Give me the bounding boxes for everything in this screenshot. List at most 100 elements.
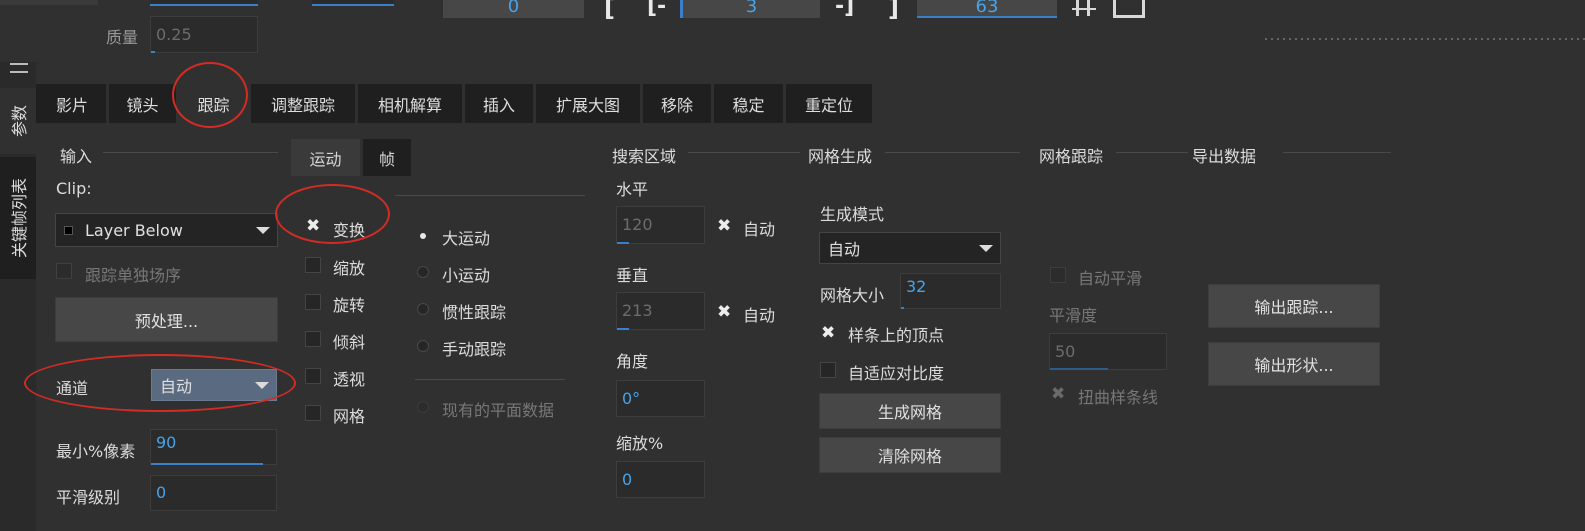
- annotation-ellipse-channel: [24, 354, 296, 412]
- mesh-size-field[interactable]: 32: [900, 273, 1001, 309]
- perspective-label: 透视: [333, 370, 366, 389]
- mesh-mode-dropdown[interactable]: 自动: [819, 232, 1001, 264]
- manual-track-label: 手动跟踪: [442, 340, 507, 359]
- smoothness-value: 50: [1055, 341, 1076, 361]
- min-pixel-field[interactable]: 90: [150, 429, 277, 465]
- mesh-track-heading: 网格跟踪: [1039, 147, 1104, 166]
- small-motion-label: 小运动: [442, 266, 491, 285]
- bracket-open-button[interactable]: [: [604, 0, 615, 22]
- bracket-close-dash-button[interactable]: -]: [835, 0, 854, 19]
- min-pixel-label: 最小%像素: [56, 442, 136, 461]
- horizontal-label: 水平: [616, 180, 649, 199]
- tab-extend-plate-label: 扩展大图: [555, 95, 620, 115]
- top-cut-slider-a[interactable]: [150, 0, 258, 6]
- tab-reposition[interactable]: 重定位: [786, 84, 872, 123]
- search-divider: [688, 152, 800, 153]
- shear-checkbox[interactable]: [305, 331, 321, 347]
- rotate-checkbox[interactable]: [305, 294, 321, 310]
- clear-mesh-button-label: 清除网格: [877, 447, 942, 466]
- side-tab-params[interactable]: 参数: [0, 88, 36, 154]
- scale-percent-field[interactable]: 0: [616, 461, 705, 498]
- tab-stabilize-label: 稳定: [732, 95, 765, 115]
- adaptive-contrast-checkbox[interactable]: [820, 362, 836, 378]
- export-shape-button-label: 输出形状...: [1254, 356, 1334, 375]
- frame-end-field[interactable]: 63: [917, 0, 1057, 18]
- annotation-ellipse-track-tab: [172, 62, 248, 128]
- inertial-track-radio[interactable]: [417, 303, 429, 315]
- distort-spline-label: 扭曲样条线: [1078, 388, 1159, 407]
- quality-label: 质量: [106, 28, 139, 47]
- mesh-label: 网格: [333, 407, 366, 426]
- tab-remove[interactable]: 移除: [643, 84, 711, 123]
- tab-adjust-track-label: 调整跟踪: [270, 95, 335, 115]
- mesh-gen-divider: [885, 152, 1020, 153]
- tab-reposition-label: 重定位: [804, 95, 853, 115]
- mesh-track-divider: [1116, 152, 1188, 153]
- frame-start-field[interactable]: 0: [443, 0, 584, 18]
- bracket-open-dash-button[interactable]: [-: [647, 0, 666, 19]
- tab-camera-solve[interactable]: 相机解算: [358, 84, 462, 123]
- tab-frame[interactable]: 帧: [363, 139, 411, 176]
- smoothness-label: 平滑度: [1049, 306, 1098, 325]
- clip-value: Layer Below: [85, 220, 183, 240]
- export-shape-button[interactable]: 输出形状...: [1208, 342, 1380, 386]
- input-heading: 输入: [60, 147, 93, 166]
- top-cut-slider-b[interactable]: [312, 0, 394, 6]
- tab-film[interactable]: 影片: [38, 84, 106, 123]
- tab-insert[interactable]: 插入: [465, 84, 533, 123]
- horizontal-field[interactable]: 120: [616, 206, 705, 244]
- inertial-track-label: 惯性跟踪: [442, 303, 507, 322]
- angle-field[interactable]: 0°: [616, 380, 705, 417]
- auto-smooth-checkbox[interactable]: [1050, 267, 1066, 283]
- mesh-checkbox[interactable]: [305, 405, 321, 421]
- generate-mesh-button[interactable]: 生成网格: [819, 393, 1001, 429]
- small-motion-radio[interactable]: [417, 266, 429, 278]
- export-heading: 导出数据: [1192, 147, 1257, 166]
- tab-motion-label: 运动: [309, 149, 342, 169]
- check-x-icon: ✖: [821, 323, 836, 343]
- large-motion-radio[interactable]: [417, 230, 429, 242]
- scale-checkbox[interactable]: [305, 257, 321, 273]
- side-tab-keyframe-list[interactable]: 关键帧列表: [0, 157, 36, 279]
- preprocess-button[interactable]: 预处理...: [55, 297, 278, 342]
- smooth-level-field[interactable]: 0: [150, 475, 277, 511]
- keyframe-marker-icon[interactable]: [1072, 0, 1096, 16]
- check-x-icon: ✖: [717, 216, 732, 236]
- clip-label: Clip:: [56, 179, 92, 198]
- export-track-button[interactable]: 输出跟踪...: [1208, 284, 1380, 328]
- vertices-on-spline-label: 样条上的顶点: [848, 326, 945, 345]
- bracket-close-button[interactable]: ]: [888, 0, 899, 22]
- smoothness-field[interactable]: 50: [1049, 333, 1167, 370]
- manual-track-radio[interactable]: [417, 340, 429, 352]
- tab-stabilize[interactable]: 稳定: [714, 84, 783, 123]
- tab-shot[interactable]: 镜头: [109, 84, 176, 123]
- smooth-level-label: 平滑级别: [56, 488, 121, 507]
- track-fields-checkbox[interactable]: [56, 263, 72, 279]
- set-end-icon[interactable]: [1113, 0, 1145, 18]
- smooth-level-value: 0: [156, 483, 167, 502]
- tab-adjust-track[interactable]: 调整跟踪: [251, 84, 355, 123]
- clip-dropdown[interactable]: Layer Below: [55, 213, 278, 247]
- vertical-field[interactable]: 213: [616, 292, 705, 330]
- min-pixel-value: 90: [156, 433, 177, 452]
- auto-smooth-label: 自动平滑: [1078, 269, 1143, 288]
- tab-motion[interactable]: 运动: [291, 139, 360, 176]
- vertical-label: 垂直: [616, 266, 649, 285]
- perspective-checkbox[interactable]: [305, 368, 321, 384]
- frame-mid-field[interactable]: 3: [680, 0, 820, 18]
- tab-extend-plate[interactable]: 扩展大图: [536, 84, 640, 123]
- quality-field[interactable]: 0.25: [150, 16, 258, 53]
- frame-end-value: 63: [975, 0, 999, 17]
- motion-divider: [395, 195, 585, 196]
- mesh-size-value: 32: [906, 277, 927, 296]
- clear-mesh-button[interactable]: 清除网格: [819, 437, 1001, 473]
- scale-percent-label: 缩放%: [616, 434, 664, 453]
- input-divider: [103, 152, 278, 153]
- frame-start-value: 0: [507, 0, 520, 17]
- quality-value: 0.25: [156, 24, 192, 44]
- frame-mid-value: 3: [745, 0, 758, 17]
- existing-plane-label: 现有的平面数据: [442, 401, 555, 420]
- clip-swatch-icon: [64, 225, 73, 235]
- existing-plane-radio[interactable]: [417, 401, 429, 413]
- vertical-value: 213: [622, 301, 653, 320]
